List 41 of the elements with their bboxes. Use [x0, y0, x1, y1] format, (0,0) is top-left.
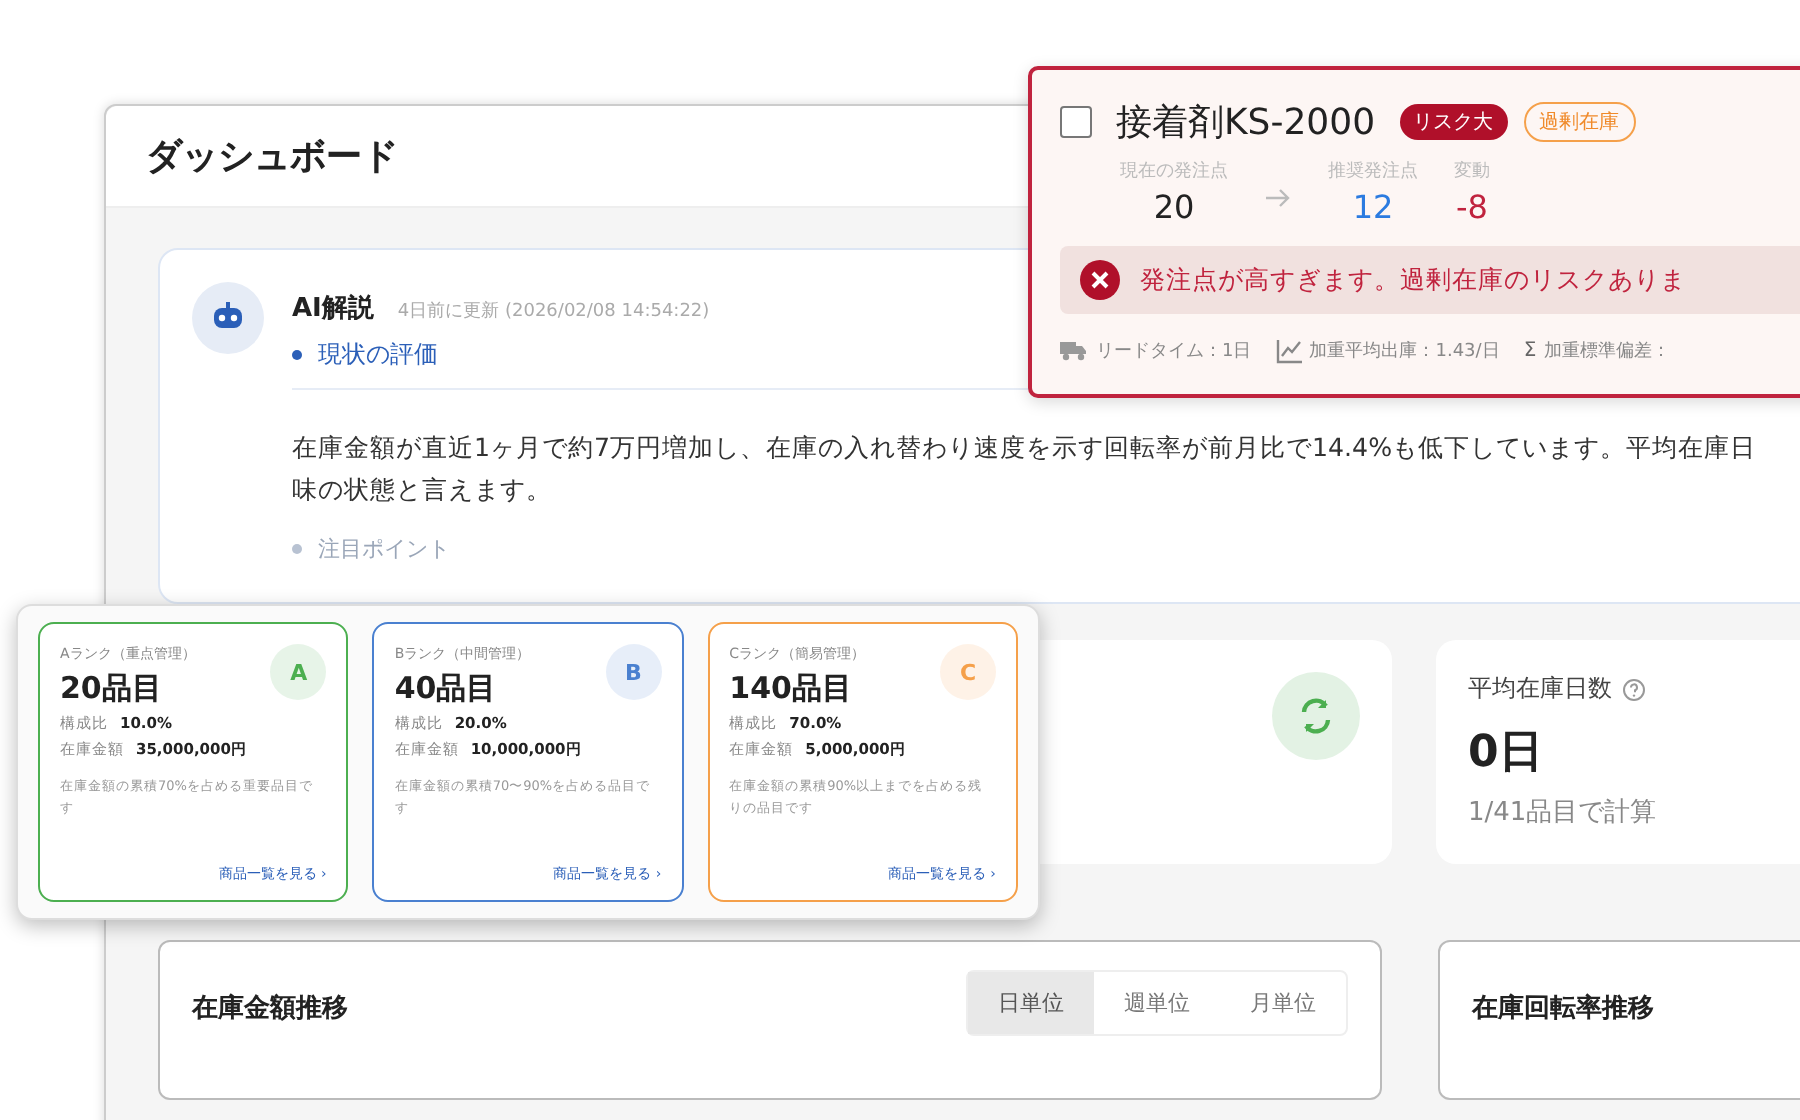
metric-note: 加重平均出庫：1.43/日	[1309, 339, 1500, 364]
error-icon	[1080, 260, 1120, 300]
chart-title: 在庫金額推移	[192, 991, 348, 1026]
sigma-glyph: Σ	[1523, 340, 1537, 362]
ai-title: AI解説	[292, 292, 374, 326]
metric-note: 加重標準偏差：	[1544, 339, 1671, 364]
metric-value: 12	[1352, 188, 1394, 226]
rank-letter: C	[939, 644, 996, 700]
chart-title: 在庫回転率推移	[1472, 991, 1654, 1026]
metric-value: -8	[1456, 188, 1488, 226]
item-count: 20品目	[60, 670, 164, 708]
line-chart-icon	[1275, 339, 1302, 363]
arrow-icon	[1264, 186, 1292, 210]
period-tab[interactable]: 月単位	[1220, 972, 1346, 1034]
metric-label: 変動	[1454, 159, 1490, 184]
status-tag: リスク大	[1399, 104, 1508, 140]
checkbox[interactable]	[1060, 106, 1092, 138]
update-time: 4日前に更新 (2026/02/08 14:54:22)	[397, 299, 710, 324]
metric-value: 20	[1153, 188, 1195, 226]
rank-letter: B	[605, 644, 662, 700]
period-tab[interactable]: 週単位	[1094, 972, 1220, 1034]
period-tab[interactable]: 日単位	[968, 972, 1094, 1034]
summary-text: 味の状態と言えます。	[292, 472, 554, 508]
metric-label: 推奨発注点	[1328, 159, 1418, 184]
stat-label: 平均在庫日数	[1468, 672, 1612, 706]
section-heading: 注目ポイント	[292, 534, 1800, 564]
stat-value: 0日	[1468, 726, 1545, 782]
alert-text: 発注点が高すぎます。過剰在庫のリスクありま	[1140, 263, 1686, 297]
rank-letter: A	[270, 644, 327, 700]
status-tag: 過剰在庫	[1523, 102, 1636, 142]
window-title: ダッシュボード	[146, 134, 398, 180]
refresh-icon	[1272, 672, 1360, 760]
metric-label: 現在の発注点	[1120, 159, 1228, 184]
robot-icon	[192, 282, 264, 354]
summary-text: 在庫金額が直近1ヶ月で約7万円増加し、在庫の入れ替わり速度を示す回転率が前月比で14.4%も低下しています。平均在庫日	[292, 430, 1759, 466]
item-count: 40品目	[394, 670, 499, 708]
item-count: 140品目	[729, 670, 854, 708]
help-icon	[1622, 677, 1646, 701]
truck-icon	[1060, 340, 1088, 362]
stat-note: 1/41品目で計算	[1468, 796, 1659, 830]
product-name: 接着剤KS-2000	[1116, 100, 1376, 146]
